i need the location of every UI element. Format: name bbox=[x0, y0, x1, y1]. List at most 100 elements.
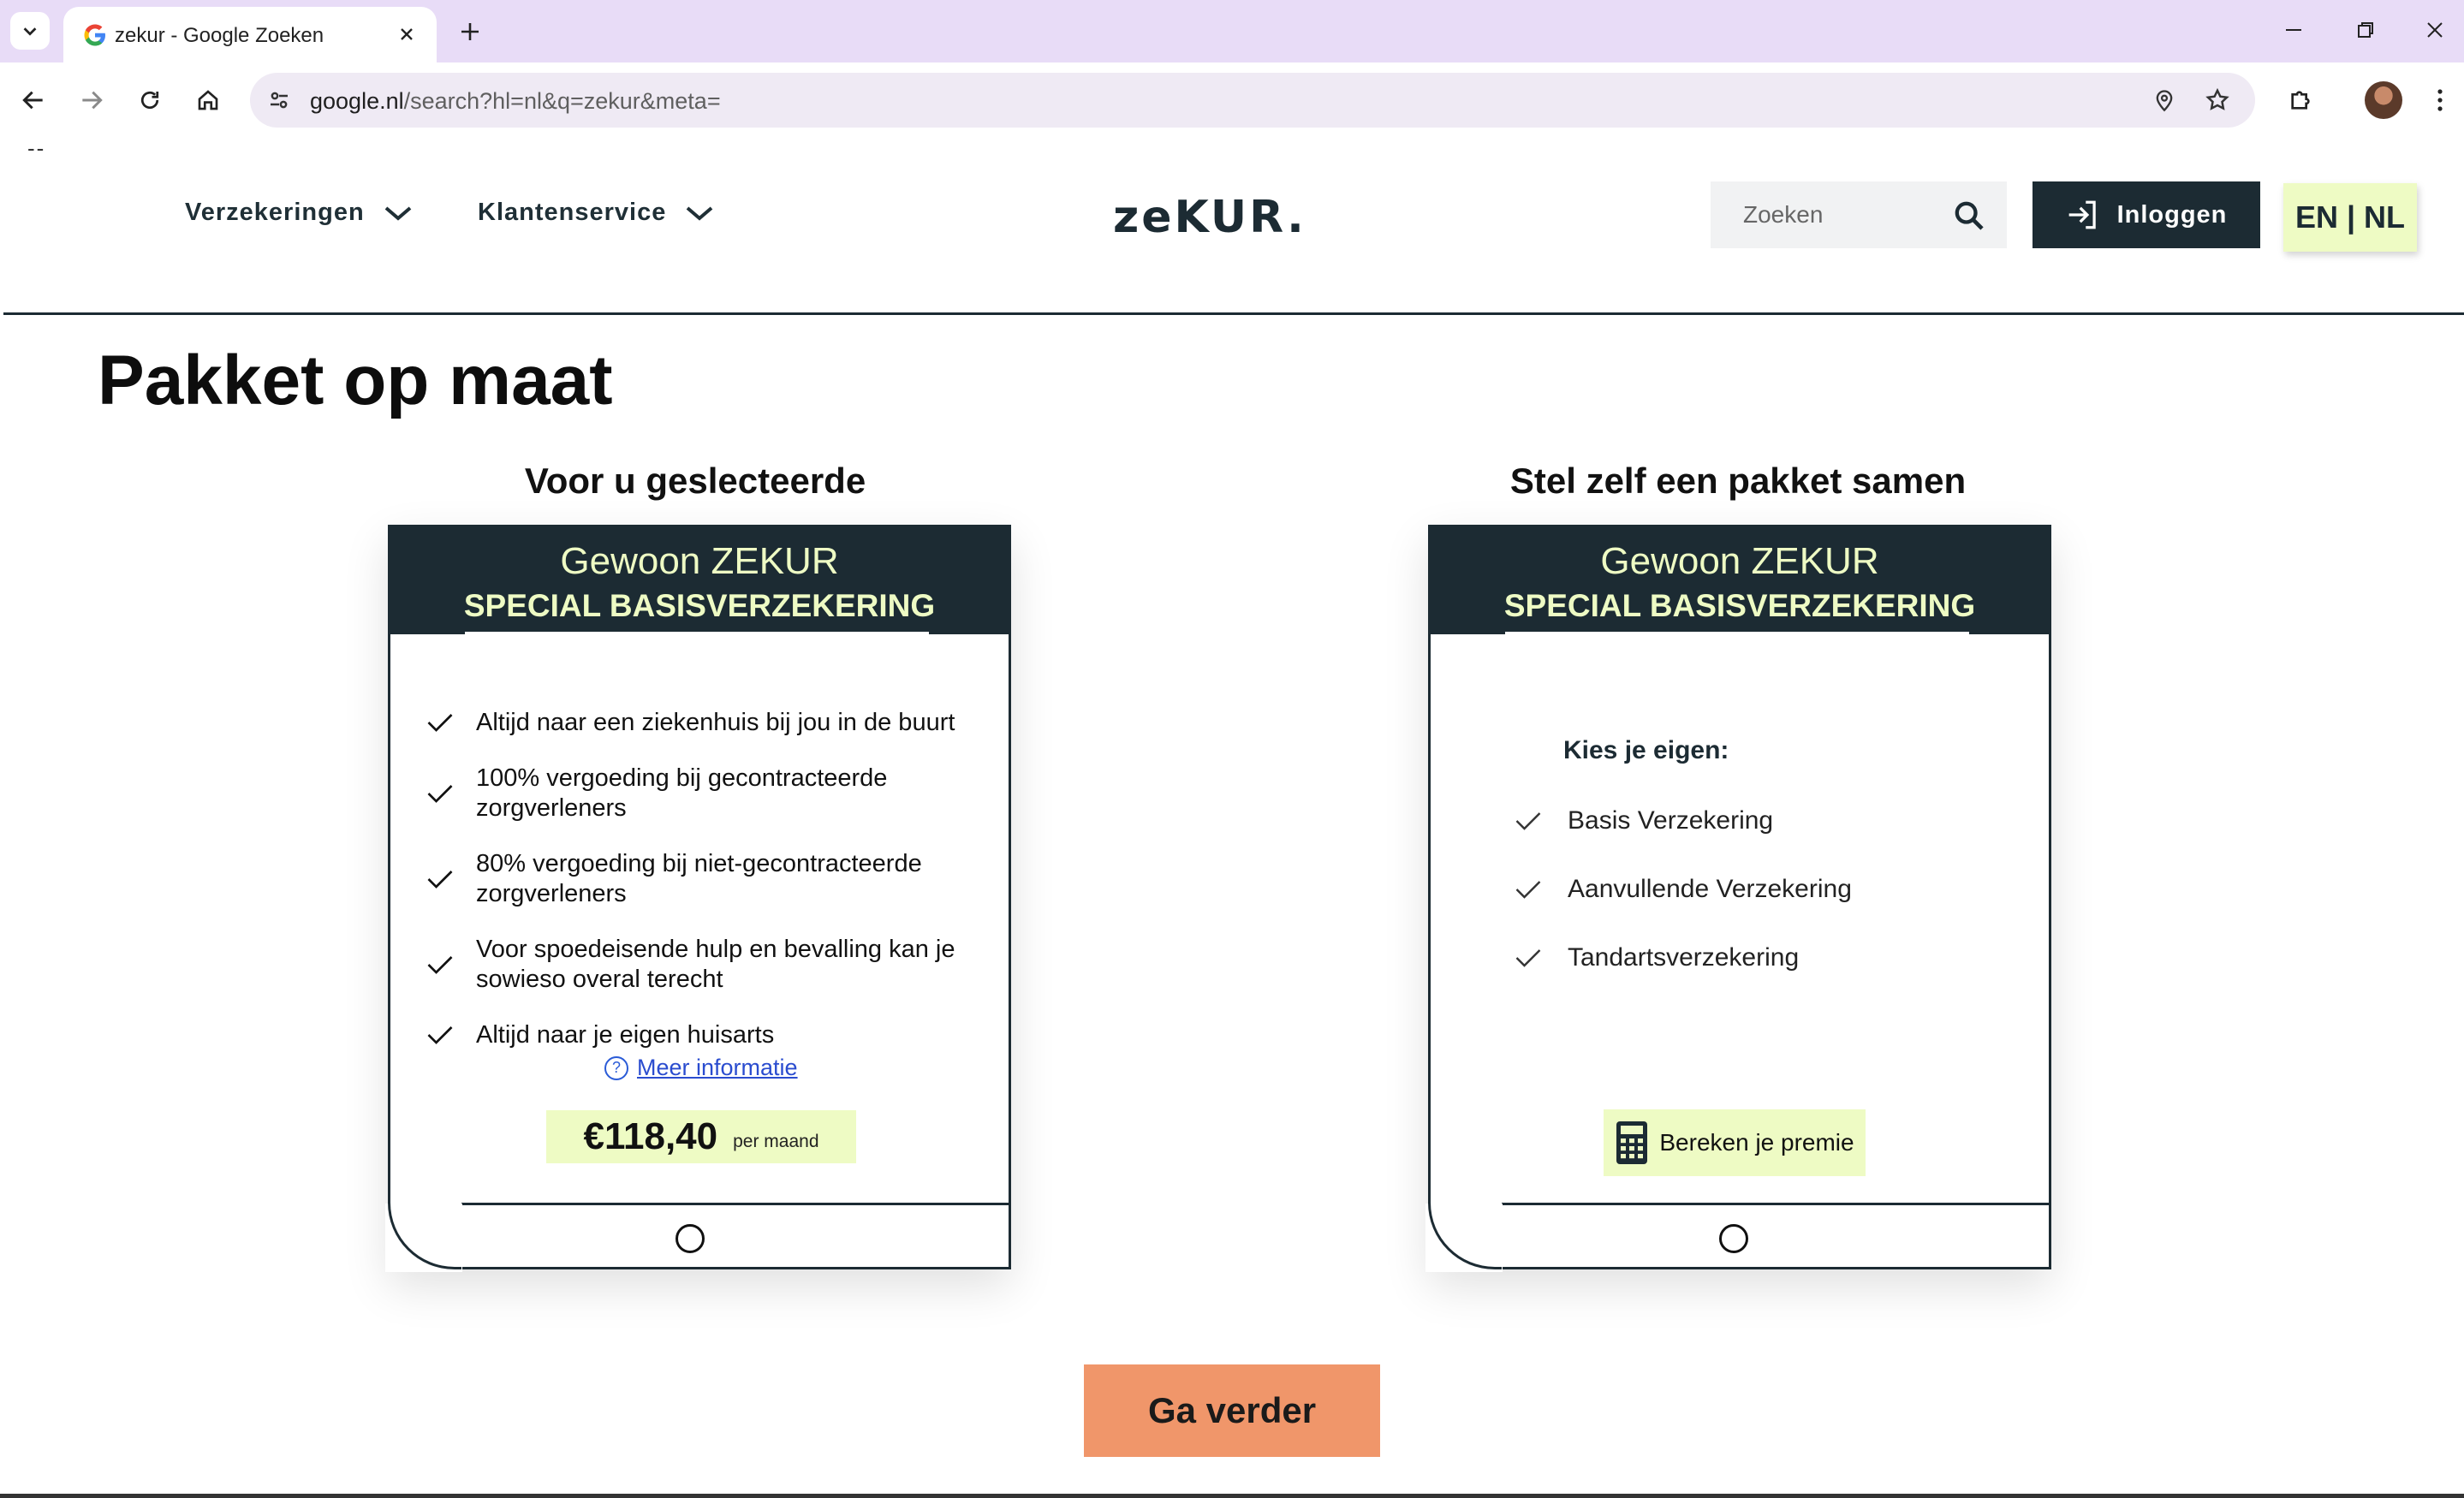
calculate-label: Bereken je premie bbox=[1659, 1129, 1854, 1156]
check-icon bbox=[427, 785, 453, 803]
nav-verzekeringen[interactable]: Verzekeringen bbox=[185, 199, 413, 227]
reload-icon bbox=[140, 91, 159, 110]
circle-icon[interactable] bbox=[1719, 1224, 1748, 1253]
price-amount: €118,40 bbox=[583, 1115, 718, 1157]
check-icon bbox=[1515, 881, 1541, 899]
search-icon[interactable] bbox=[1952, 199, 1986, 233]
feature-text: Altijd naar een ziekenhuis bij jou in de… bbox=[476, 708, 955, 736]
left-column-title: Voor u geslecteerde bbox=[524, 461, 866, 501]
forward-button[interactable] bbox=[70, 79, 113, 122]
url-host: google.nl bbox=[310, 88, 404, 114]
calculate-premium-button[interactable]: Bereken je premie bbox=[1604, 1109, 1866, 1176]
card-header: Gewoon ZEKUR SPECIAL BASISVERZEKERING bbox=[1428, 525, 2051, 634]
location-pin-icon bbox=[2156, 90, 2173, 112]
price-badge: €118,40 per maand bbox=[546, 1110, 856, 1163]
more-info: ? Meer informatie bbox=[604, 1055, 798, 1081]
language-switch[interactable]: EN | NL bbox=[2283, 183, 2417, 252]
chevron-down-icon bbox=[23, 27, 37, 36]
site-search bbox=[1711, 181, 2007, 248]
restore-icon bbox=[2358, 22, 2373, 38]
card-title: Gewoon ZEKUR bbox=[560, 540, 839, 582]
more-vert-icon bbox=[2437, 89, 2443, 111]
bookmark-button[interactable] bbox=[2197, 80, 2238, 121]
login-button[interactable]: Inloggen bbox=[2033, 181, 2260, 248]
login-label: Inloggen bbox=[2116, 200, 2228, 229]
new-tab-button[interactable] bbox=[452, 14, 488, 50]
site-info-button[interactable] bbox=[259, 80, 300, 121]
continue-button[interactable]: Ga verder bbox=[1084, 1364, 1380, 1457]
help-icon: ? bbox=[604, 1055, 628, 1080]
feature-item: Altijd naar je eigen huisarts bbox=[425, 1019, 973, 1050]
card-header: Gewoon ZEKUR SPECIAL BASISVERZEKERING bbox=[388, 525, 1011, 634]
card-header-underline bbox=[465, 632, 929, 634]
more-info-link[interactable]: Meer informatie bbox=[637, 1055, 798, 1081]
check-icon bbox=[427, 1026, 453, 1044]
browser-tab[interactable]: zekur - Google Zoeken bbox=[63, 7, 437, 62]
card-footer bbox=[1425, 1203, 2051, 1272]
feature-text: Altijd naar je eigen huisarts bbox=[476, 1020, 775, 1049]
browser-toolbar: google.nl/search?hl=nl&q=zekur&meta= bbox=[0, 62, 2464, 139]
minimize-button[interactable] bbox=[2264, 9, 2324, 51]
check-icon bbox=[1515, 812, 1541, 830]
site-header: Verzekeringen Klantenservice zeKUR. Inlo… bbox=[0, 139, 2464, 315]
feature-item: Altijd naar een ziekenhuis bij jou in de… bbox=[425, 707, 973, 738]
check-icon bbox=[427, 956, 453, 974]
profile-avatar[interactable] bbox=[2365, 81, 2402, 119]
nav-label: Klantenservice bbox=[478, 199, 667, 226]
url-path: /search?hl=nl&q=zekur&meta= bbox=[403, 88, 721, 114]
selected-package-card[interactable]: Gewoon ZEKUR SPECIAL BASISVERZEKERING Al… bbox=[385, 525, 1011, 1272]
feature-item: Voor spoedeisende hulp en bevalling kan … bbox=[425, 935, 973, 995]
arrow-right-icon bbox=[82, 91, 103, 110]
calculator-icon bbox=[1616, 1121, 1648, 1164]
card-subtitle: SPECIAL BASISVERZEKERING bbox=[463, 588, 936, 623]
url-text[interactable]: google.nl/search?hl=nl&q=zekur&meta= bbox=[310, 88, 721, 115]
choose-label: Kies je eigen: bbox=[1563, 736, 1729, 764]
nav-klantenservice[interactable]: Klantenservice bbox=[478, 199, 714, 227]
back-button[interactable] bbox=[12, 79, 55, 122]
circle-icon[interactable] bbox=[676, 1224, 705, 1253]
login-icon bbox=[2068, 200, 2096, 229]
check-icon bbox=[427, 714, 453, 732]
page-title: Pakket op maat bbox=[98, 342, 613, 419]
feature-text: 80% vergoeding bij niet-gecontracteerde … bbox=[476, 850, 922, 907]
home-button[interactable] bbox=[187, 79, 229, 122]
zekur-logo[interactable]: zeKUR. bbox=[1113, 192, 1306, 243]
address-bar[interactable]: google.nl/search?hl=nl&q=zekur&meta= bbox=[250, 73, 2255, 128]
location-button[interactable] bbox=[2144, 80, 2185, 121]
check-icon bbox=[1515, 949, 1541, 967]
option-item: Basis Verzekering bbox=[1513, 805, 1773, 836]
option-label: Aanvullende Verzekering bbox=[1568, 875, 1852, 903]
feature-text: Voor spoedeisende hulp en bevalling kan … bbox=[476, 936, 955, 993]
chevron-down-icon bbox=[384, 205, 411, 221]
feature-item: 80% vergoeding bij niet-gecontracteerde … bbox=[425, 849, 973, 909]
header-divider bbox=[3, 312, 2464, 315]
reload-button[interactable] bbox=[128, 79, 171, 122]
option-item: Aanvullende Verzekering bbox=[1513, 874, 1852, 905]
home-icon bbox=[198, 90, 218, 110]
feature-item: 100% vergoeding bij gecontracteerde zorg… bbox=[425, 764, 973, 823]
tune-icon bbox=[271, 92, 288, 109]
star-icon bbox=[2205, 87, 2229, 110]
card-subtitle: SPECIAL BASISVERZEKERING bbox=[1503, 588, 1976, 623]
bottom-border bbox=[0, 1494, 2464, 1498]
restore-button[interactable] bbox=[2336, 9, 2396, 51]
option-item: Tandartsverzekering bbox=[1513, 942, 1799, 973]
browser-tab-strip: zekur - Google Zoeken bbox=[0, 0, 2464, 62]
close-window-button[interactable] bbox=[2409, 9, 2461, 51]
google-icon bbox=[84, 24, 105, 46]
tab-list-button[interactable] bbox=[10, 12, 50, 50]
feature-text: 100% vergoeding bij gecontracteerde zorg… bbox=[476, 764, 888, 822]
close-icon bbox=[2427, 22, 2443, 38]
arrow-left-icon bbox=[22, 91, 43, 110]
browser-menu-button[interactable] bbox=[2423, 79, 2457, 122]
extensions-button[interactable] bbox=[2279, 79, 2322, 122]
card-title: Gewoon ZEKUR bbox=[1600, 540, 1879, 582]
price-period: per maand bbox=[733, 1132, 819, 1151]
chevron-down-icon bbox=[687, 205, 713, 221]
tab-close-button[interactable] bbox=[392, 20, 421, 49]
close-icon bbox=[401, 28, 413, 40]
custom-package-card[interactable]: Gewoon ZEKUR SPECIAL BASISVERZEKERING Ki… bbox=[1425, 525, 2051, 1272]
right-column-title: Stel zelf een pakket samen bbox=[1509, 461, 1967, 501]
check-icon bbox=[427, 871, 453, 889]
nav-label: Verzekeringen bbox=[185, 199, 365, 226]
